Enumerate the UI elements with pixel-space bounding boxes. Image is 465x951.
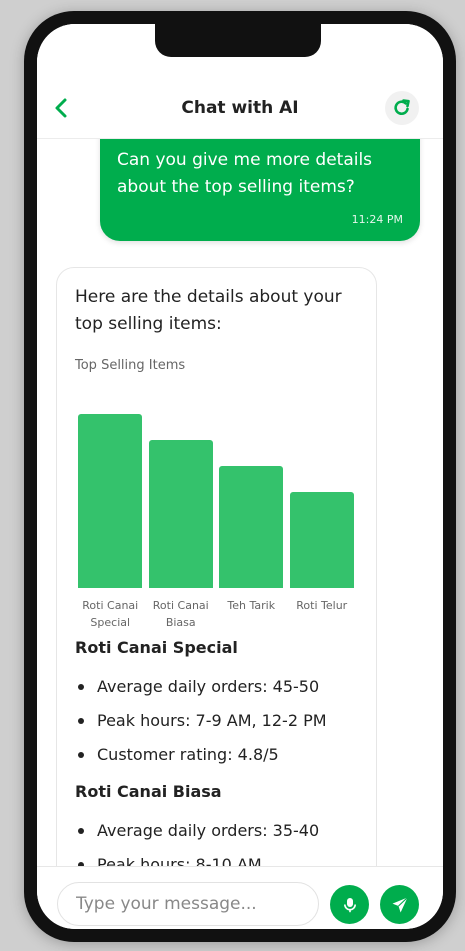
page-title: Chat with AI [181, 98, 299, 118]
microphone-icon [343, 897, 356, 912]
list-item: Average daily orders: 35-40 [75, 821, 319, 855]
list-item: Average daily orders: 45-50 [75, 677, 327, 711]
chart-bar-label: Roti Telur [296, 599, 348, 612]
list-item: Peak hours: 7-9 AM, 12-2 PM [75, 711, 327, 745]
ai-message: Here are the details about your top sell… [56, 267, 377, 866]
send-icon [392, 896, 408, 912]
message-timestamp: 11:24 PM [351, 213, 403, 226]
chart-bar [148, 440, 213, 588]
user-message: Can you give me more details about the t… [100, 139, 420, 241]
chart-title: Top Selling Items [75, 358, 186, 373]
chat-messages[interactable]: Can you give me more details about the t… [37, 139, 443, 866]
details-list: Average daily orders: 45-50 Peak hours: … [75, 677, 327, 779]
refresh-button[interactable] [385, 91, 419, 125]
chart-bar [289, 492, 354, 588]
message-input-bar [37, 866, 443, 929]
chart-bar-label: Roti Canai Biasa [152, 599, 209, 629]
section-title: Roti Canai Biasa [75, 782, 222, 801]
send-button[interactable] [380, 885, 419, 924]
chart-bar [78, 414, 143, 588]
bar-chart: Roti Canai Special Roti Canai Biasa Teh Ta… [75, 378, 357, 629]
microphone-button[interactable] [330, 885, 369, 924]
message-input[interactable] [57, 882, 319, 926]
list-item: Customer rating: 4.8/5 [75, 745, 327, 779]
section-title: Roti Canai Special [75, 638, 238, 657]
phone-notch [155, 24, 321, 57]
refresh-icon [394, 99, 410, 116]
phone-frame: Chat with AI Can you give me more detail… [24, 11, 456, 942]
list-item: Peak hours: 8-10 AM [75, 855, 319, 866]
chart-bar-label: Teh Tarik [227, 599, 276, 612]
details-list: Average daily orders: 35-40 Peak hours: … [75, 821, 319, 866]
chart-bar-label: Roti Canai Special [82, 599, 139, 629]
phone-screen: Chat with AI Can you give me more detail… [37, 24, 443, 929]
ai-message-text: Here are the details about your top sell… [75, 287, 342, 334]
chart-bar [219, 466, 284, 588]
user-message-text: Can you give me more details about the t… [117, 150, 373, 197]
